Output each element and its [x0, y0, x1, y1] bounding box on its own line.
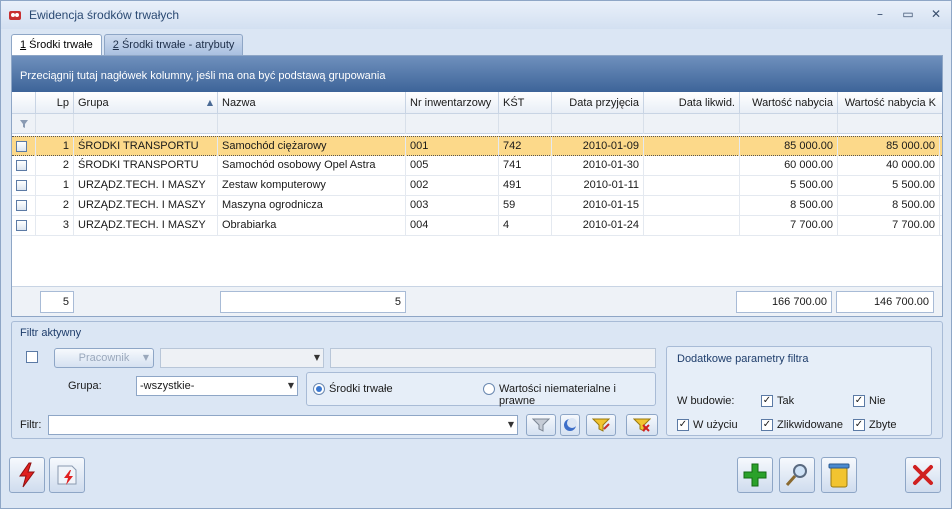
bolt-action-button[interactable]	[9, 457, 45, 493]
header-check[interactable]	[12, 92, 36, 114]
pracownik-dropdown-button[interactable]: Pracownik ▼	[54, 348, 154, 368]
plus-icon	[743, 463, 767, 487]
add-button[interactable]	[737, 457, 773, 493]
moon-icon	[564, 418, 577, 431]
footer-sum-wartosc: 166 700.00	[736, 291, 832, 313]
preview-button[interactable]	[779, 457, 815, 493]
lightning-icon	[19, 462, 35, 488]
chevron-down-icon: ▼	[507, 420, 514, 429]
trash-icon	[828, 463, 850, 488]
filter-title: Filtr aktywny	[20, 327, 82, 339]
filter-construct-button[interactable]	[586, 414, 616, 436]
footer-sum-wartosc-k: 146 700.00	[836, 291, 934, 313]
close-icon	[913, 465, 933, 485]
checkbox-tak[interactable]: ✓	[761, 395, 773, 407]
grid-panel: Przeciągnij tutaj nagłówek kolumny, jeśl…	[11, 55, 943, 317]
grid-rows: 1 ŚRODKI TRANSPORTU Samochód ciężarowy 0…	[12, 136, 942, 236]
document-lightning-icon	[57, 465, 77, 485]
header-nazwa[interactable]: Nazwa	[218, 92, 406, 114]
checkbox-zlikwidowane[interactable]: ✓	[761, 419, 773, 431]
row-checkbox[interactable]	[16, 179, 27, 191]
funnel-icon	[531, 418, 551, 432]
table-row[interactable]: 1 ŚRODKI TRANSPORTU Samochód ciężarowy 0…	[12, 136, 942, 156]
close-window-icon[interactable]: ✕	[929, 7, 943, 21]
row-checkbox[interactable]	[16, 140, 27, 152]
grid-header: Lp Grupa ▲ Nazwa Nr inwentarzowy KŚT Data…	[12, 92, 942, 114]
asset-type-radio-group: Środki trwałe Wartości niematerialne i p…	[306, 372, 656, 407]
header-lp[interactable]: Lp	[36, 92, 74, 114]
table-row[interactable]: 1 URZĄDZ.TECH. I MASZY Zestaw komputerow…	[12, 176, 942, 196]
footer-count-lp: 5	[40, 291, 74, 313]
tab-srodki-trwale[interactable]: 1 Środki trwałe	[11, 34, 102, 56]
maximize-icon[interactable]: ▭	[901, 7, 915, 21]
checkbox-zbyte[interactable]: ✓	[853, 419, 865, 431]
table-row[interactable]: 2 URZĄDZ.TECH. I MASZY Maszyna ogrodnicz…	[12, 196, 942, 216]
group-by-area[interactable]: Przeciągnij tutaj nagłówek kolumny, jeśl…	[12, 56, 942, 92]
filter-remove-button[interactable]	[626, 414, 658, 436]
radio-srodki-trwale[interactable]	[313, 383, 325, 395]
filtr-label: Filtr:	[20, 419, 42, 431]
app-icon	[9, 11, 21, 20]
title-bar: Ewidencja środków trwałych – ▭ ✕	[1, 1, 951, 29]
grupa-combo[interactable]: -wszystkie- ▼	[136, 376, 298, 396]
chevron-down-icon: ▼	[287, 381, 294, 390]
header-kst[interactable]: KŚT	[499, 92, 552, 114]
filter-row-icon[interactable]	[12, 114, 36, 134]
row-checkbox[interactable]	[16, 219, 27, 231]
main-window: Ewidencja środków trwałych – ▭ ✕ 1 Środk…	[0, 0, 952, 509]
additional-filter-params: Dodatkowe parametry filtra W budowie: ✓ …	[666, 346, 932, 436]
chevron-down-icon: ▼	[142, 353, 149, 362]
checkbox-w-uzyciu[interactable]: ✓	[677, 419, 689, 431]
funnel-edit-icon	[591, 418, 611, 432]
magnifier-icon	[785, 464, 807, 486]
filter-panel: Filtr aktywny Pracownik ▼ ▼ Grupa: -wszys…	[11, 321, 943, 439]
sort-asc-icon: ▲	[206, 98, 213, 107]
table-row[interactable]: 3 URZĄDZ.TECH. I MASZY Obrabiarka 004 4 …	[12, 216, 942, 236]
pracownik-checkbox[interactable]	[26, 351, 38, 363]
pracownik-combo[interactable]: ▼	[160, 348, 324, 368]
radio-wnip[interactable]	[483, 383, 495, 395]
header-nr-inwentarzowy[interactable]: Nr inwentarzowy	[406, 92, 499, 114]
pracownik-name-field[interactable]	[330, 348, 656, 368]
delete-button[interactable]	[821, 457, 857, 493]
bottom-toolbar	[1, 449, 951, 509]
header-data-likwid[interactable]: Data likwid.	[644, 92, 740, 114]
header-wartosc-nabycia-k[interactable]: Wartość nabycia K	[838, 92, 940, 114]
header-wartosc-nabycia[interactable]: Wartość nabycia	[740, 92, 838, 114]
footer-count-nazwa: 5	[220, 291, 406, 313]
filter-clear-button[interactable]	[526, 414, 556, 436]
checkbox-nie[interactable]: ✓	[853, 395, 865, 407]
chevron-down-icon: ▼	[313, 353, 320, 362]
bolt-document-button[interactable]	[49, 457, 85, 493]
row-checkbox[interactable]	[16, 159, 27, 171]
tab-srodki-trwale-atrybuty[interactable]: 2 Środki trwałe - atrybuty	[103, 34, 244, 55]
close-button[interactable]	[905, 457, 941, 493]
grupa-label: Grupa:	[68, 380, 102, 392]
header-data-przyjecia[interactable]: Data przyjęcia	[552, 92, 644, 114]
filtr-input[interactable]: ▼	[48, 415, 518, 435]
filter-toggle-button[interactable]	[560, 414, 580, 436]
row-checkbox[interactable]	[16, 199, 27, 211]
grid-footer: 5 5 166 700.00 146 700.00	[12, 286, 942, 316]
funnel-delete-icon	[632, 418, 652, 432]
minimize-icon[interactable]: –	[873, 7, 887, 21]
header-grupa[interactable]: Grupa ▲	[74, 92, 218, 114]
window-title: Ewidencja środków trwałych	[29, 8, 180, 22]
grid-filter-row[interactable]	[12, 114, 942, 134]
table-row[interactable]: 2 ŚRODKI TRANSPORTU Samochód osobowy Ope…	[12, 156, 942, 176]
